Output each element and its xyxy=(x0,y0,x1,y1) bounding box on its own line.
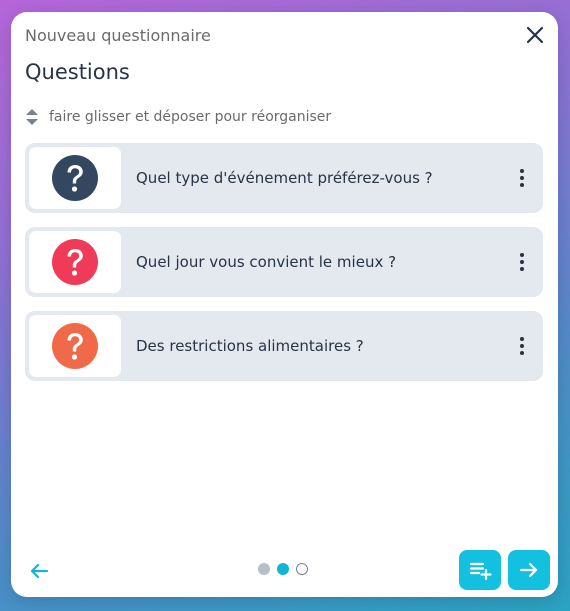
question-icon xyxy=(52,239,98,285)
question-thumbnail xyxy=(29,147,121,209)
close-button[interactable] xyxy=(524,24,546,46)
reorder-hint: faire glisser et déposer pour réorganise… xyxy=(25,108,331,126)
question-item[interactable]: Des restrictions alimentaires ? xyxy=(25,311,543,381)
close-icon xyxy=(526,26,544,44)
question-list: Quel type d'événement préférez-vous ? Qu… xyxy=(25,143,543,395)
question-thumbnail xyxy=(29,315,121,377)
back-button[interactable] xyxy=(27,559,51,583)
arrow-right-icon xyxy=(519,562,538,578)
more-vertical-icon xyxy=(520,253,524,271)
step-dot-upcoming xyxy=(296,563,308,575)
question-icon xyxy=(52,323,98,369)
question-label: Quel type d'événement préférez-vous ? xyxy=(136,169,433,187)
arrow-left-icon xyxy=(30,563,49,579)
question-item[interactable]: Quel type d'événement préférez-vous ? xyxy=(25,143,543,213)
step-dot-completed xyxy=(258,563,270,575)
page-title: Questions xyxy=(25,60,130,84)
modal-title: Nouveau questionnaire xyxy=(25,26,211,45)
question-thumbnail xyxy=(29,231,121,293)
add-question-button[interactable] xyxy=(459,550,501,590)
question-menu-button[interactable] xyxy=(511,251,533,273)
more-vertical-icon xyxy=(520,337,524,355)
question-label: Des restrictions alimentaires ? xyxy=(136,337,364,355)
step-indicator xyxy=(258,563,315,575)
question-menu-button[interactable] xyxy=(511,335,533,357)
question-icon xyxy=(52,155,98,201)
sort-icon xyxy=(26,109,38,125)
playlist-add-icon xyxy=(469,562,492,581)
question-label: Quel jour vous convient le mieux ? xyxy=(136,253,397,271)
questionnaire-modal: Nouveau questionnaire Questions faire gl… xyxy=(11,12,558,597)
step-dot-current xyxy=(277,563,289,575)
next-button[interactable] xyxy=(508,550,550,590)
more-vertical-icon xyxy=(520,169,524,187)
reorder-hint-text: faire glisser et déposer pour réorganise… xyxy=(49,109,332,125)
question-menu-button[interactable] xyxy=(511,167,533,189)
question-item[interactable]: Quel jour vous convient le mieux ? xyxy=(25,227,543,297)
